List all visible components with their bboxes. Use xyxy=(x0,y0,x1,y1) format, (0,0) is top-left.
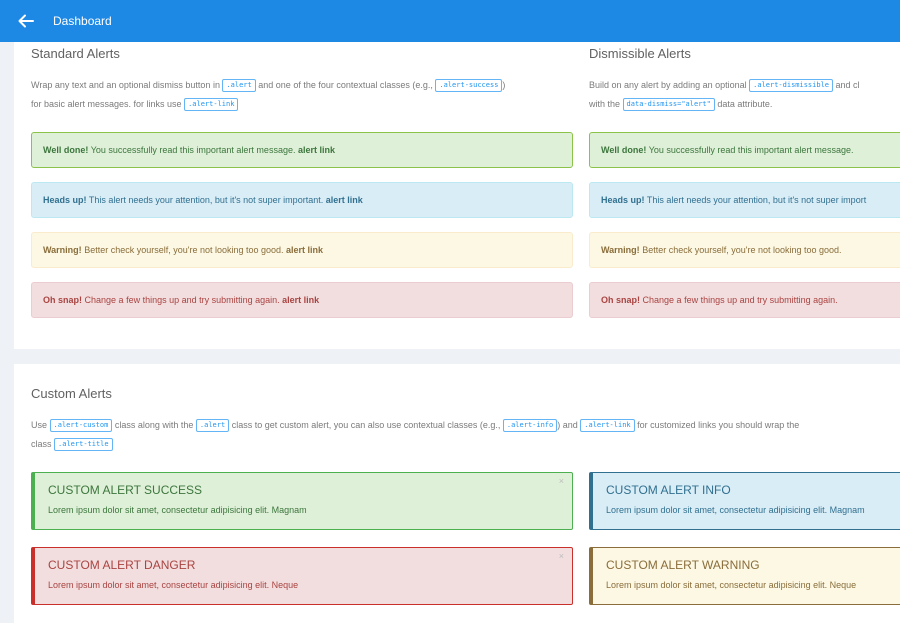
alert-danger: Oh snap! Change a few things up and try … xyxy=(31,282,573,318)
alert-text: Lorem ipsum dolor sit amet, consectetur … xyxy=(48,505,307,515)
close-icon[interactable]: × xyxy=(559,476,564,486)
alert-title: CUSTOM ALERT INFO xyxy=(606,483,731,497)
page-title: Dashboard xyxy=(53,14,112,28)
code-alert-title: .alert-title xyxy=(54,438,113,451)
alert-link[interactable]: alert link xyxy=(282,295,319,305)
code-alert: .alert xyxy=(195,419,230,432)
standard-alerts-description: Wrap any text and an optional dismiss bu… xyxy=(31,79,506,111)
arrow-left-icon[interactable] xyxy=(17,12,35,30)
dismissible-alert-info: Heads up! This alert needs your attentio… xyxy=(589,182,900,218)
dismissible-alert-success: Well done! You successfully read this im… xyxy=(589,132,900,168)
code-alert-success: .alert-success xyxy=(435,79,503,92)
alert-title: CUSTOM ALERT WARNING xyxy=(606,558,760,572)
code-alert-link: .alert-link xyxy=(184,98,239,111)
custom-alert-warning: CUSTOM ALERT WARNING Lorem ipsum dolor s… xyxy=(589,547,900,605)
code-alert: .alert xyxy=(222,79,256,92)
alert-success: Well done! You successfully read this im… xyxy=(31,132,573,168)
dismissible-alert-warning: Warning! Better check yourself, you're n… xyxy=(589,232,900,268)
dismissible-alert-danger: Oh snap! Change a few things up and try … xyxy=(589,282,900,318)
alert-text: Lorem ipsum dolor sit amet, consectetur … xyxy=(606,505,865,515)
code-alert-dismissible: .alert-dismissible xyxy=(749,79,833,92)
alert-warning: Warning! Better check yourself, you're n… xyxy=(31,232,573,268)
custom-alerts-heading: Custom Alerts xyxy=(31,386,112,401)
alert-title: CUSTOM ALERT SUCCESS xyxy=(48,483,203,497)
alert-text: Lorem ipsum dolor sit amet, consectetur … xyxy=(48,580,299,590)
custom-alert-danger: × CUSTOM ALERT DANGER Lorem ipsum dolor … xyxy=(31,547,573,605)
code-data-dismiss: data-dismiss="alert" xyxy=(622,98,715,111)
standard-alerts-heading: Standard Alerts xyxy=(31,46,120,61)
custom-alerts-card: Custom Alerts Use .alert-custom class al… xyxy=(14,364,900,623)
top-app-bar: Dashboard xyxy=(0,0,900,42)
custom-alerts-description: Use .alert-custom class along with the .… xyxy=(31,419,800,451)
alert-link[interactable]: alert link xyxy=(286,245,323,255)
code-alert-link: .alert-link xyxy=(580,419,635,432)
code-alert-info: .alert-info xyxy=(502,419,558,432)
alert-text: Lorem ipsum dolor sit amet, consectetur … xyxy=(606,580,857,590)
alert-title: CUSTOM ALERT DANGER xyxy=(48,558,196,572)
alert-link[interactable]: alert link xyxy=(326,195,363,205)
dismissible-alerts-description: Build on any alert by adding an optional… xyxy=(589,79,860,111)
code-alert-custom: .alert-custom xyxy=(49,419,113,432)
custom-alert-info: CUSTOM ALERT INFO Lorem ipsum dolor sit … xyxy=(589,472,900,530)
custom-alert-success: × CUSTOM ALERT SUCCESS Lorem ipsum dolor… xyxy=(31,472,573,530)
alert-link[interactable]: alert link xyxy=(298,145,335,155)
dismissible-alerts-heading: Dismissible Alerts xyxy=(589,46,691,61)
alert-info: Heads up! This alert needs your attentio… xyxy=(31,182,573,218)
close-icon[interactable]: × xyxy=(559,551,564,561)
alerts-card: Standard Alerts Wrap any text and an opt… xyxy=(14,42,900,349)
